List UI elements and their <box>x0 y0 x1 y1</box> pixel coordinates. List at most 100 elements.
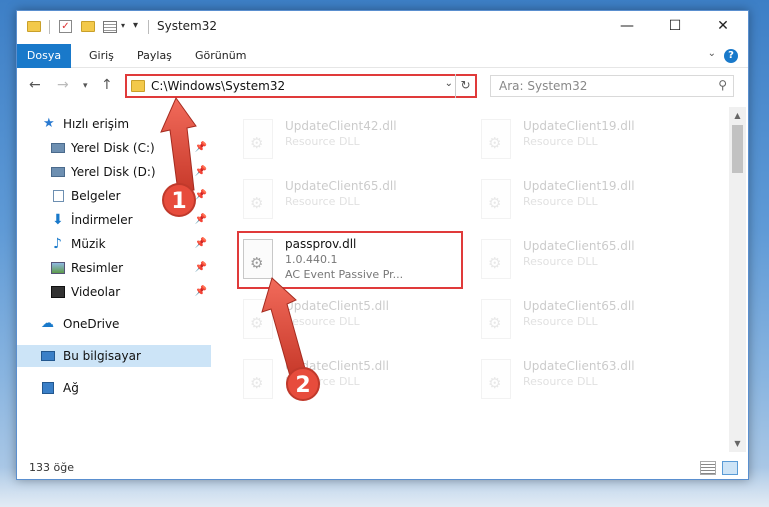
toolbar-divider <box>49 20 50 34</box>
scroll-thumb[interactable] <box>732 125 743 173</box>
nav-quick-access[interactable]: ★ Hızlı erişim <box>17 113 211 135</box>
file-description: Resource DLL <box>285 315 360 328</box>
refresh-icon[interactable]: ↻ <box>455 74 475 98</box>
file-description: Resource DLL <box>285 195 360 208</box>
cloud-icon: ☁ <box>41 316 54 331</box>
file-tile[interactable]: UpdateClient5.dll Resource DLL <box>237 295 457 343</box>
file-name: UpdateClient42.dll <box>285 119 397 133</box>
status-bar: 133 öğe <box>17 457 748 479</box>
pin-icon[interactable]: 📌 <box>195 233 207 255</box>
details-view-icon[interactable] <box>700 461 716 475</box>
nav-label: Yerel Disk (C:) <box>71 141 155 155</box>
pin-icon[interactable]: 📌 <box>195 161 207 183</box>
file-tile[interactable]: UpdateClient65.dll Resource DLL <box>475 295 695 343</box>
network-icon <box>42 382 54 394</box>
new-folder-icon[interactable] <box>81 21 95 32</box>
callout-step-2: 2 <box>286 367 320 401</box>
file-tile[interactable]: UpdateClient63.dll Resource DLL <box>475 355 695 403</box>
pin-icon[interactable]: 📌 <box>195 185 207 207</box>
file-name: UpdateClient5.dll <box>285 299 389 313</box>
nav-label: İndirmeler <box>71 213 133 227</box>
tiles-view-icon[interactable] <box>722 461 738 475</box>
file-name: UpdateClient65.dll <box>523 239 635 253</box>
star-icon: ★ <box>43 116 55 131</box>
file-tile[interactable]: UpdateClient5.dll Resource DLL <box>237 355 457 403</box>
chevron-down-icon[interactable]: ▾ <box>121 21 125 37</box>
file-description: Resource DLL <box>523 255 598 268</box>
quick-access-properties-icon[interactable] <box>103 21 117 33</box>
file-description: Resource DLL <box>523 135 598 148</box>
search-icon[interactable]: ⚲ <box>718 78 727 92</box>
file-tile[interactable]: UpdateClient42.dll Resource DLL <box>237 115 457 163</box>
nav-label: Yerel Disk (D:) <box>71 165 156 179</box>
dll-file-icon <box>481 179 511 219</box>
file-tile[interactable]: UpdateClient19.dll Resource DLL <box>475 115 695 163</box>
scroll-up-icon[interactable]: ▲ <box>729 107 746 124</box>
properties-check-icon[interactable]: ✓ <box>59 20 72 33</box>
nav-label: Ağ <box>63 381 79 395</box>
folder-icon <box>131 80 145 92</box>
pin-icon[interactable]: 📌 <box>195 137 207 159</box>
drive-icon <box>51 167 65 177</box>
item-count: 133 öğe <box>29 461 74 474</box>
videos-icon <box>51 286 65 298</box>
minimize-button[interactable]: — <box>604 11 650 41</box>
recent-locations-chevron-icon[interactable]: ▾ <box>83 81 88 91</box>
maximize-button[interactable]: ☐ <box>652 11 698 41</box>
tab-gorunum[interactable]: Görünüm <box>183 44 258 68</box>
address-bar[interactable]: C:\Windows\System32 ⌄ ↻ <box>125 74 477 98</box>
vertical-scrollbar[interactable]: ▲ ▼ <box>729 107 746 452</box>
address-path[interactable]: C:\Windows\System32 <box>151 78 285 94</box>
downloads-icon: ⬇ <box>52 212 64 228</box>
explorer-window: ✓ ▾ ▾ System32 — ☐ ✕ Dosya Giriş Paylaş … <box>16 10 749 480</box>
nav-item-this-pc[interactable]: Bu bilgisayar <box>17 345 211 367</box>
nav-item-pictures[interactable]: Resimler 📌 <box>17 257 211 279</box>
dll-file-icon <box>243 299 273 339</box>
dll-file-icon <box>481 359 511 399</box>
file-description: Resource DLL <box>285 135 360 148</box>
pin-icon[interactable]: 📌 <box>195 209 207 231</box>
tab-paylas[interactable]: Paylaş <box>125 44 184 68</box>
nav-item-local-disk-c[interactable]: Yerel Disk (C:) 📌 <box>17 137 211 159</box>
nav-item-network[interactable]: Ağ <box>17 377 211 399</box>
title-bar: ✓ ▾ ▾ System32 — ☐ ✕ <box>17 11 748 43</box>
music-icon: ♪ <box>53 236 62 252</box>
chevron-down-icon[interactable]: ⌄ <box>445 78 453 89</box>
file-description: Resource DLL <box>523 375 598 388</box>
up-arrow-icon[interactable]: ↑ <box>101 77 113 93</box>
file-tile[interactable]: UpdateClient19.dll Resource DLL <box>475 175 695 223</box>
dll-file-icon <box>481 299 511 339</box>
nav-item-onedrive[interactable]: ☁ OneDrive <box>17 313 211 335</box>
dll-file-icon <box>243 119 273 159</box>
help-icon[interactable]: ? <box>724 49 738 63</box>
search-input[interactable]: Ara: System32 ⚲ <box>490 75 734 97</box>
nav-item-videos[interactable]: Videolar 📌 <box>17 281 211 303</box>
file-name: UpdateClient63.dll <box>523 359 635 373</box>
folder-icon <box>27 21 41 32</box>
back-arrow-icon[interactable]: ← <box>29 77 41 93</box>
file-name: UpdateClient65.dll <box>285 179 397 193</box>
expand-ribbon-chevron-icon[interactable]: ⌄ <box>708 48 716 59</box>
file-name: UpdateClient19.dll <box>523 179 635 193</box>
file-tile[interactable]: UpdateClient65.dll Resource DLL <box>475 235 695 283</box>
pin-icon[interactable]: 📌 <box>195 281 207 303</box>
scroll-down-icon[interactable]: ▼ <box>729 435 746 452</box>
nav-label: Hızlı erişim <box>63 117 130 131</box>
navigation-pane: ★ Hızlı erişim Yerel Disk (C:) 📌 Yerel D… <box>17 107 213 445</box>
nav-item-local-disk-d[interactable]: Yerel Disk (D:) 📌 <box>17 161 211 183</box>
forward-arrow-icon[interactable]: → <box>57 77 69 93</box>
file-name: UpdateClient65.dll <box>523 299 635 313</box>
pin-icon[interactable]: 📌 <box>195 257 207 279</box>
callout-step-1: 1 <box>162 183 196 217</box>
tab-giris[interactable]: Giriş <box>77 44 126 68</box>
nav-item-music[interactable]: ♪ Müzik 📌 <box>17 233 211 255</box>
nav-label: Bu bilgisayar <box>63 349 141 363</box>
dll-file-icon <box>243 359 273 399</box>
tab-dosya[interactable]: Dosya <box>17 44 71 68</box>
close-button[interactable]: ✕ <box>700 11 746 41</box>
documents-icon <box>53 190 64 202</box>
customize-toolbar-icon[interactable]: ▾ <box>133 20 138 36</box>
file-tile[interactable]: UpdateClient65.dll Resource DLL <box>237 175 457 223</box>
nav-label: Belgeler <box>71 189 121 203</box>
file-description: Resource DLL <box>523 195 598 208</box>
